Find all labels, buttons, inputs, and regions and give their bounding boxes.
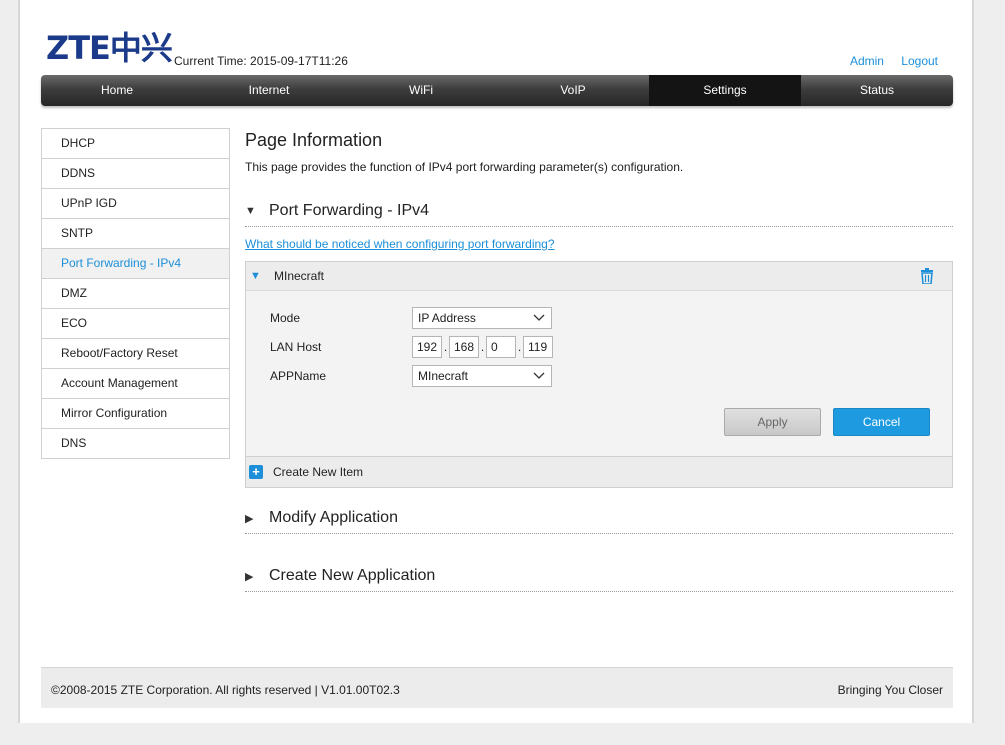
nav-voip[interactable]: VoIP: [497, 75, 649, 106]
slogan-text: Bringing You Closer: [837, 683, 943, 697]
mode-label: Mode: [270, 310, 301, 325]
current-time: Current Time: 2015-09-17T11:26: [174, 54, 348, 68]
sidebar-item-mirror-configuration[interactable]: Mirror Configuration: [42, 399, 229, 429]
lan-host-label: LAN Host: [270, 339, 322, 354]
collapsed-triangle-icon: ▶: [245, 570, 254, 583]
page-title: Page Information: [245, 130, 383, 150]
port-forwarding-notice-link[interactable]: What should be noticed when configuring …: [245, 237, 953, 251]
expanded-triangle-icon: ▼: [250, 270, 261, 282]
top-links: Admin Logout: [836, 54, 938, 68]
main-content: Page Information This page provides the …: [245, 128, 953, 592]
trash-icon[interactable]: [920, 268, 934, 284]
appname-select[interactable]: MInecraft: [412, 364, 552, 387]
appname-row: APPName MInecraft: [270, 361, 952, 390]
sidebar-item-eco[interactable]: ECO: [42, 309, 229, 339]
chevron-down-icon: [533, 314, 545, 321]
sidebar-item-sntp[interactable]: SNTP: [42, 219, 229, 249]
page-description: This page provides the function of IPv4 …: [245, 160, 684, 174]
mode-select[interactable]: IP Address: [412, 306, 552, 329]
port-forwarding-entry: ▼ MInecraft Mode IP Address LAN Host 192…: [245, 261, 953, 488]
sidebar-item-dns[interactable]: DNS: [42, 429, 229, 459]
lan-host-octet-3[interactable]: 0: [486, 335, 516, 358]
sidebar-item-port-forwarding-ipv4[interactable]: Port Forwarding - IPv4: [42, 249, 229, 279]
mode-select-value: IP Address: [418, 310, 476, 325]
lan-host-row: LAN Host 192 . 168 . 0 . 119: [270, 332, 952, 361]
nav-wifi[interactable]: WiFi: [345, 75, 497, 106]
nav-settings[interactable]: Settings: [649, 75, 801, 106]
admin-link[interactable]: Admin: [850, 54, 884, 68]
chevron-down-icon: [533, 372, 545, 379]
plus-icon: +: [249, 465, 263, 479]
ip-separator: .: [443, 339, 448, 354]
zte-logo: ZTE中兴: [46, 29, 173, 67]
ip-separator: .: [480, 339, 485, 354]
entry-name: MInecraft: [274, 269, 325, 283]
section-create-new-application[interactable]: ▶ Create New Application: [245, 561, 953, 592]
sidebar: DHCP DDNS UPnP IGD SNTP Port Forwarding …: [41, 128, 230, 459]
lan-host-octet-1[interactable]: 192: [412, 335, 442, 358]
sidebar-item-upnp-igd[interactable]: UPnP IGD: [42, 189, 229, 219]
apply-button[interactable]: Apply: [724, 408, 821, 436]
section-title: Create New Application: [269, 567, 436, 584]
ip-separator: .: [517, 339, 522, 354]
entry-form: Mode IP Address LAN Host 192 . 168 . 0 .…: [246, 291, 952, 456]
lan-host-octet-2[interactable]: 168: [449, 335, 479, 358]
section-title: Modify Application: [269, 509, 398, 526]
appname-select-value: MInecraft: [418, 368, 469, 383]
create-new-item-button[interactable]: + Create New Item: [246, 456, 952, 487]
section-title: Port Forwarding - IPv4: [269, 202, 430, 219]
section-modify-application[interactable]: ▶ Modify Application: [245, 503, 953, 534]
collapsed-triangle-icon: ▶: [245, 512, 254, 525]
footer: ©2008-2015 ZTE Corporation. All rights r…: [41, 667, 953, 708]
appname-label: APPName: [270, 368, 327, 383]
section-port-forwarding[interactable]: ▼ Port Forwarding - IPv4: [245, 196, 953, 227]
sidebar-item-account-management[interactable]: Account Management: [42, 369, 229, 399]
cancel-button[interactable]: Cancel: [833, 408, 930, 436]
nav-home[interactable]: Home: [41, 75, 193, 106]
sidebar-item-dhcp[interactable]: DHCP: [42, 129, 229, 159]
main-nav: Home Internet WiFi VoIP Settings Status: [41, 75, 953, 106]
expanded-triangle-icon: ▼: [245, 205, 256, 217]
logout-link[interactable]: Logout: [901, 54, 938, 68]
create-new-item-label: Create New Item: [273, 465, 364, 479]
nav-status[interactable]: Status: [801, 75, 953, 106]
sidebar-item-dmz[interactable]: DMZ: [42, 279, 229, 309]
lan-host-octet-4[interactable]: 119: [523, 335, 553, 358]
nav-internet[interactable]: Internet: [193, 75, 345, 106]
copyright-text: ©2008-2015 ZTE Corporation. All rights r…: [51, 683, 400, 697]
entry-header[interactable]: ▼ MInecraft: [246, 262, 952, 291]
sidebar-item-ddns[interactable]: DDNS: [42, 159, 229, 189]
sidebar-item-reboot-factory-reset[interactable]: Reboot/Factory Reset: [42, 339, 229, 369]
mode-row: Mode IP Address: [270, 303, 952, 332]
